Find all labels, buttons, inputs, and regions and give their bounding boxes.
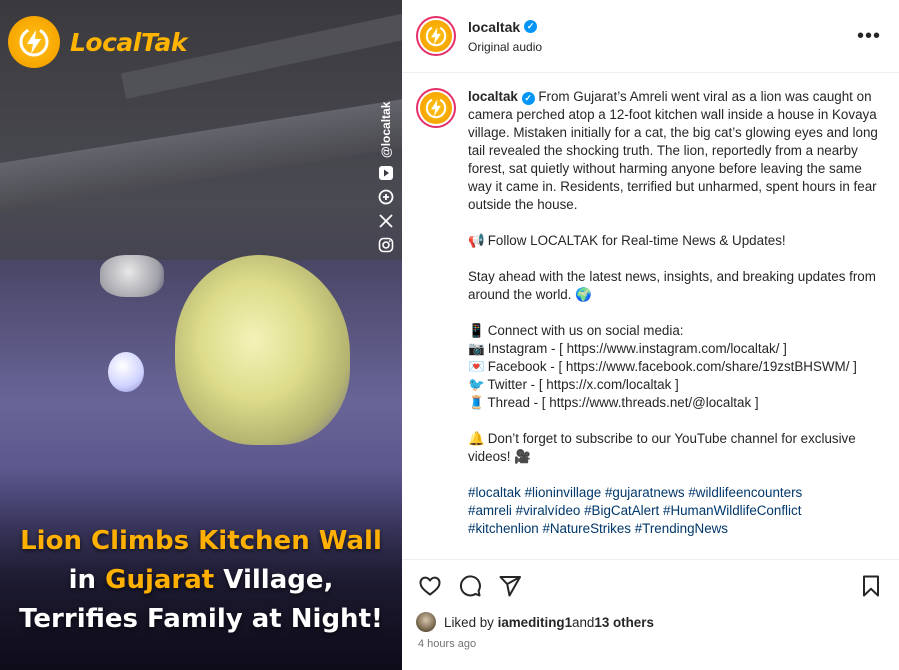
likes-summary: Liked by iamediting1 and 13 others [416,612,654,632]
threads-icon [377,188,395,206]
verified-badge-icon: ✓ [521,91,535,105]
x-icon [377,212,395,230]
thread-icon: 🧵 [468,395,485,410]
post-timestamp[interactable]: 4 hours ago [418,638,476,650]
facebook-link[interactable]: Facebook - [ https://www.facebook.com/sh… [488,359,857,374]
video-headline: Lion Climbs Kitchen Wall in Gujarat Vill… [0,522,402,639]
profile-username[interactable]: localtak ✓ [468,19,538,35]
action-bar [402,559,899,611]
brand-watermark: LocalTak [8,16,187,68]
caption-area: localtak ✓ From Gujarat’s Amreli went vi… [402,74,899,558]
share-button[interactable] [496,572,524,600]
caption-stay: Stay ahead with the latest news, insight… [468,268,878,304]
thread-link[interactable]: Thread - [ https://www.threads.net/@loca… [487,395,758,410]
post-panel: localtak ✓ Original audio ••• localtak ✓… [402,0,899,670]
post-media[interactable]: LocalTak @localtak Lion Climbs Kitchen W… [0,0,402,670]
video-camera-icon: 🎥 [514,449,531,464]
connect-line: 📱 Connect with us on social media: [468,322,878,340]
post-header: localtak ✓ Original audio ••• [402,0,899,73]
bookmark-icon [863,575,879,596]
brand-name: LocalTak [70,27,187,57]
youtube-icon [377,164,395,182]
header-text: localtak ✓ Original audio [468,19,853,54]
verified-badge-icon: ✓ [524,20,538,33]
bell-icon: 🔔 [468,431,485,446]
likes-prefix: Liked by [444,614,494,630]
audio-link[interactable]: Original audio [468,40,853,54]
lightning-logo-icon [8,16,60,68]
avatar[interactable] [416,16,456,56]
liker-username[interactable]: iamediting1 [498,615,572,630]
social-strip: @localtak [372,96,400,262]
caption-username[interactable]: localtak [468,89,518,104]
username-label[interactable]: localtak [468,19,520,35]
headline-line-2-suffix: Village, [214,565,334,595]
stay-text: Stay ahead with the latest news, insight… [468,269,876,302]
facebook-line: 💌 Facebook - [ https://www.facebook.com/… [468,358,878,376]
megaphone-icon: 📢 [468,233,485,248]
lion-figure [175,255,350,445]
social-handle: @localtak [379,101,393,158]
hashtags-line[interactable]: #kitchenlion #NatureStrikes #TrendingNew… [468,520,878,538]
comment-button[interactable] [456,572,484,600]
comment-icon [459,574,481,596]
headline-line-3: Terrifies Family at Night! [19,604,383,634]
post-caption: localtak ✓ From Gujarat’s Amreli went vi… [468,88,878,558]
twitter-line: 🐦 Twitter - [ https://x.com/localtak ] [468,376,878,394]
headline-highlight: Gujarat [105,565,215,595]
caption-intro: localtak ✓ From Gujarat’s Amreli went vi… [468,88,878,214]
headline-line-2-prefix: in [68,565,106,595]
instagram-icon [377,236,395,254]
likes-middle: and [572,614,595,630]
caption-youtube: 🔔 Don’t forget to subscribe to our YouTu… [468,430,878,466]
caption-hashtags: #localtak #lioninvillage #gujaratnews #w… [468,484,878,538]
lightning-logo-icon [420,20,452,52]
globe-icon: 🌍 [575,287,592,302]
light-fixture [100,255,164,297]
phone-icon: 📱 [468,323,485,338]
save-button[interactable] [857,572,885,600]
heart-icon [419,576,441,595]
hashtags-line[interactable]: #localtak #lioninvillage #gujaratnews #w… [468,484,878,502]
twitter-link[interactable]: Twitter - [ https://x.com/localtak ] [487,377,678,392]
liker-avatar[interactable] [416,612,436,632]
headline-line-1: Lion Climbs Kitchen Wall [20,526,382,556]
lightning-logo-icon [420,92,452,124]
instagram-link[interactable]: Instagram - [ https://www.instagram.com/… [488,341,787,356]
thread-line: 🧵 Thread - [ https://www.threads.net/@lo… [468,394,878,412]
caption-intro-text: From Gujarat’s Amreli went viral as a li… [468,89,878,212]
send-icon [499,575,521,596]
avatar[interactable] [416,88,456,128]
camera-icon: 📷 [468,341,485,356]
love-letter-icon: 💌 [468,359,485,374]
like-button[interactable] [416,572,444,600]
likes-others-link[interactable]: 13 others [594,615,654,630]
connect-text: Connect with us on social media: [487,323,684,338]
instagram-line: 📷 Instagram - [ https://www.instagram.co… [468,340,878,358]
caption-follow: 📢 Follow LOCALTAK for Real-time News & U… [468,232,878,250]
headline-line-2: in Gujarat Village, [0,561,402,600]
caption-social-links: 📱 Connect with us on social media: 📷 Ins… [468,322,878,412]
light-bulb [108,352,144,392]
follow-text: Follow LOCALTAK for Real-time News & Upd… [487,233,786,248]
bird-icon: 🐦 [468,377,485,392]
hashtags-line[interactable]: #amreli #viralvídeo #BigCatAlert #HumanW… [468,502,878,520]
ceiling-beam [0,94,402,214]
more-options-button[interactable]: ••• [853,25,885,48]
